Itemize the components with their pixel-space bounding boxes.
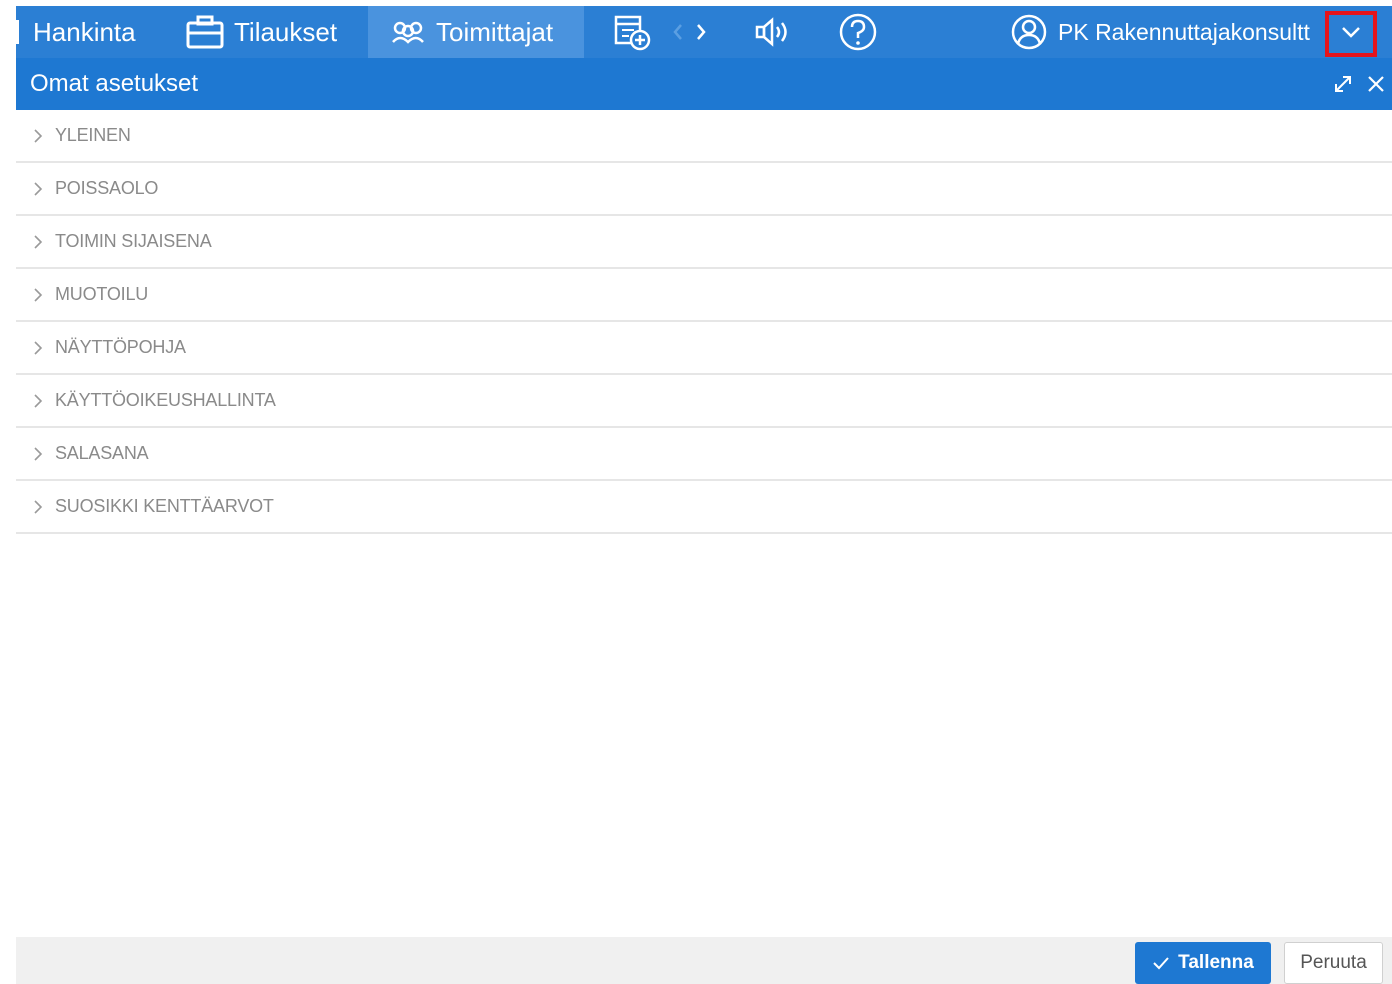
users-icon bbox=[390, 20, 426, 44]
save-button[interactable]: Tallenna bbox=[1135, 942, 1271, 984]
section-label: NÄYTTÖPOHJA bbox=[55, 337, 186, 357]
help-icon[interactable] bbox=[834, 6, 882, 58]
nav-tilaukset-label: Tilaukset bbox=[234, 16, 338, 47]
nav-hankinta-label: Hankinta bbox=[33, 16, 136, 47]
chevron-right-icon[interactable] bbox=[686, 6, 716, 58]
panel-header: Omat asetukset bbox=[16, 58, 1392, 110]
section-label: MUOTOILU bbox=[55, 284, 149, 304]
user-name: PK Rakennuttajakonsultt bbox=[1058, 18, 1310, 45]
chevron-right-icon bbox=[33, 393, 47, 409]
section-label: KÄYTTÖOIKEUSHALLINTA bbox=[55, 390, 276, 410]
left-edge bbox=[0, 6, 16, 984]
chevron-right-icon bbox=[33, 446, 47, 462]
calendar-add-icon[interactable] bbox=[609, 6, 655, 58]
section-nayttopohja[interactable]: NÄYTTÖPOHJA bbox=[16, 322, 1392, 375]
nav-toimittajat-label: Toimittajat bbox=[436, 16, 554, 47]
panel-title: Omat asetukset bbox=[30, 70, 199, 97]
settings-sections: YLEINEN POISSAOLO TOIMIN SIJAISENA MUOTO… bbox=[16, 110, 1392, 534]
expand-icon[interactable] bbox=[1331, 72, 1355, 96]
nav-tilaukset[interactable]: Tilaukset bbox=[186, 6, 366, 58]
section-muotoilu[interactable]: MUOTOILU bbox=[16, 269, 1392, 322]
panel-footer: Tallenna Peruuta bbox=[16, 937, 1392, 984]
section-poissaolo[interactable]: POISSAOLO bbox=[16, 163, 1392, 216]
close-icon[interactable] bbox=[1364, 72, 1388, 96]
chevron-right-icon bbox=[33, 128, 47, 144]
user-circle-icon bbox=[1010, 13, 1048, 51]
chevron-right-icon bbox=[33, 181, 47, 197]
chevron-right-icon bbox=[33, 234, 47, 250]
section-yleinen[interactable]: YLEINEN bbox=[16, 110, 1392, 163]
section-label: POISSAOLO bbox=[55, 178, 159, 198]
user-dropdown-button[interactable] bbox=[1325, 11, 1377, 57]
cancel-button-label: Peruuta bbox=[1300, 952, 1367, 973]
user-menu[interactable]: PK Rakennuttajakonsultt bbox=[1010, 6, 1310, 58]
check-icon bbox=[1152, 956, 1170, 970]
chevron-right-icon bbox=[33, 340, 47, 356]
cancel-button[interactable]: Peruuta bbox=[1284, 942, 1383, 984]
section-salasana[interactable]: SALASANA bbox=[16, 428, 1392, 481]
section-label: TOIMIN SIJAISENA bbox=[55, 231, 212, 251]
nav-hankinta[interactable]: Hankinta bbox=[16, 6, 176, 58]
section-label: YLEINEN bbox=[55, 125, 131, 145]
section-label: SUOSIKKI KENTTÄARVOT bbox=[55, 496, 274, 516]
nav-toimittajat[interactable]: Toimittajat bbox=[368, 6, 584, 58]
section-label: SALASANA bbox=[55, 443, 149, 463]
chevron-right-icon bbox=[33, 287, 47, 303]
briefcase-icon bbox=[186, 15, 224, 49]
chevron-right-icon bbox=[33, 499, 47, 515]
save-button-label: Tallenna bbox=[1178, 952, 1254, 973]
top-navigation: Hankinta Tilaukset Toimittajat PK Rakenn… bbox=[16, 6, 1392, 58]
section-toimin-sijaisena[interactable]: TOIMIN SIJAISENA bbox=[16, 216, 1392, 269]
chevron-down-icon bbox=[1341, 25, 1361, 43]
section-suosikki-kenttaarvot[interactable]: SUOSIKKI KENTTÄARVOT bbox=[16, 481, 1392, 534]
speaker-icon[interactable] bbox=[749, 6, 799, 58]
section-kayttooikeushallinta[interactable]: KÄYTTÖOIKEUSHALLINTA bbox=[16, 375, 1392, 428]
